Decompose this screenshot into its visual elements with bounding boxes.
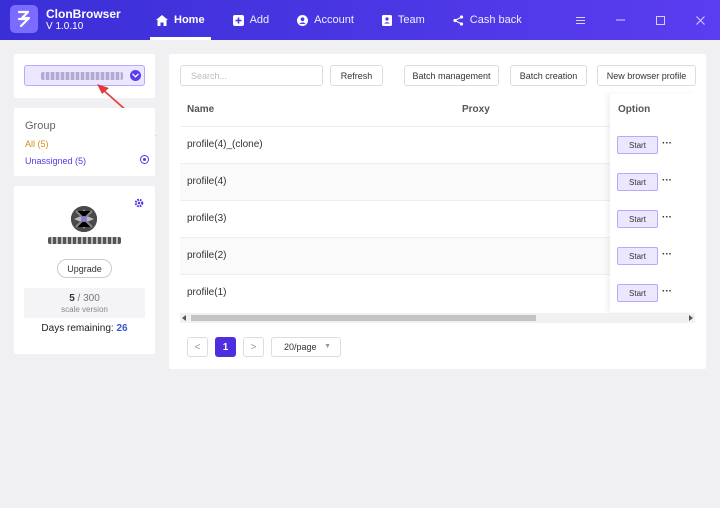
- nav-cashback-label: Cash back: [469, 14, 522, 26]
- start-button[interactable]: Start: [617, 247, 658, 265]
- close-icon[interactable]: [680, 0, 720, 40]
- window-controls: [560, 0, 720, 40]
- account-panel: Upgrade 5 / 300 scale version Days remai…: [14, 186, 155, 354]
- team-name-redacted: [41, 72, 123, 80]
- menu-icon[interactable]: [560, 0, 600, 40]
- nav-account-label: Account: [314, 14, 354, 26]
- next-page-button[interactable]: >: [243, 337, 264, 357]
- horizontal-scrollbar[interactable]: [180, 313, 695, 323]
- group-item-all[interactable]: All (5): [25, 139, 49, 149]
- app-logo: [10, 5, 38, 33]
- group-panel: Group All (5) Unassigned (5): [14, 108, 155, 176]
- more-options-icon[interactable]: ···: [662, 138, 672, 149]
- column-header-proxy: Proxy: [462, 104, 490, 115]
- profile-name: profile(4)_(clone): [187, 139, 263, 150]
- nav-add-label: Add: [249, 14, 270, 26]
- user-circle-icon: [297, 14, 309, 26]
- column-header-option: Option: [618, 104, 651, 115]
- scroll-right-icon[interactable]: [689, 315, 693, 321]
- app-version: V 1.0.10: [46, 21, 84, 32]
- days-remaining-label: Days remaining:: [41, 323, 117, 334]
- group-item-unassigned[interactable]: Unassigned (5): [25, 156, 86, 166]
- main-nav: Home Add Account Team Cash back: [150, 0, 544, 40]
- start-button[interactable]: Start: [617, 284, 658, 302]
- profile-total: / 300: [74, 293, 100, 304]
- home-icon: [156, 14, 168, 26]
- days-remaining-value: 26: [116, 323, 128, 334]
- page-size-value: 20/page: [284, 342, 317, 352]
- nav-cashback[interactable]: Cash back: [447, 0, 522, 40]
- profile-name: profile(3): [187, 213, 227, 224]
- app-header: ClonBrowser V 1.0.10 Home Add Account Te…: [0, 0, 720, 40]
- more-options-icon[interactable]: ···: [662, 249, 672, 260]
- profile-name: profile(1): [187, 287, 227, 298]
- maximize-icon[interactable]: [640, 0, 680, 40]
- refresh-button[interactable]: Refresh: [330, 65, 383, 86]
- batch-creation-button[interactable]: Batch creation: [510, 65, 587, 86]
- search-input[interactable]: [180, 65, 323, 86]
- username-redacted: [48, 237, 121, 244]
- new-browser-profile-button[interactable]: New browser profile: [597, 65, 696, 86]
- start-button[interactable]: Start: [617, 136, 658, 154]
- option-column: Option Start ··· Start ··· Start ··· Sta…: [610, 94, 695, 312]
- more-options-icon[interactable]: ···: [662, 286, 672, 297]
- more-options-icon[interactable]: ···: [662, 175, 672, 186]
- nav-home[interactable]: Home: [150, 0, 211, 40]
- nav-team[interactable]: Team: [376, 0, 425, 40]
- plan-label: scale version: [61, 305, 108, 314]
- profiles-panel: Refresh Batch management Batch creation …: [169, 54, 706, 369]
- more-options-icon[interactable]: ···: [662, 212, 672, 223]
- group-target-icon[interactable]: [140, 155, 149, 164]
- scrollbar-thumb[interactable]: [191, 315, 536, 321]
- batch-management-button[interactable]: Batch management: [404, 65, 499, 86]
- profile-name: profile(2): [187, 250, 227, 261]
- share-icon: [453, 14, 463, 26]
- column-header-name: Name: [187, 104, 215, 115]
- profile-name: profile(4): [187, 176, 227, 187]
- profile-usage-box: 5 / 300 scale version: [24, 288, 145, 318]
- gear-icon[interactable]: [134, 198, 144, 211]
- nav-team-label: Team: [397, 14, 425, 26]
- profile-usage: 5 / 300: [24, 293, 145, 304]
- nav-add[interactable]: Add: [227, 0, 270, 40]
- nav-home-label: Home: [174, 14, 205, 26]
- nav-account[interactable]: Account: [291, 0, 354, 40]
- brand: ClonBrowser V 1.0.10: [46, 8, 121, 33]
- minimize-icon[interactable]: [600, 0, 640, 40]
- days-remaining: Days remaining: 26: [14, 323, 155, 334]
- chevron-down-icon: [130, 70, 141, 81]
- start-button[interactable]: Start: [617, 173, 658, 191]
- page-number-button[interactable]: 1: [215, 337, 236, 357]
- prev-page-button[interactable]: <: [187, 337, 208, 357]
- start-button[interactable]: Start: [617, 210, 658, 228]
- group-title: Group: [25, 120, 56, 132]
- page-size-select[interactable]: 20/page ▼: [271, 337, 341, 357]
- upgrade-button[interactable]: Upgrade: [57, 259, 112, 278]
- chevron-down-icon: ▼: [324, 343, 331, 350]
- contact-card-icon: [381, 14, 392, 26]
- avatar: [71, 206, 97, 232]
- app-name: ClonBrowser: [46, 7, 121, 21]
- scroll-left-icon[interactable]: [182, 315, 186, 321]
- plus-square-icon: [232, 14, 244, 26]
